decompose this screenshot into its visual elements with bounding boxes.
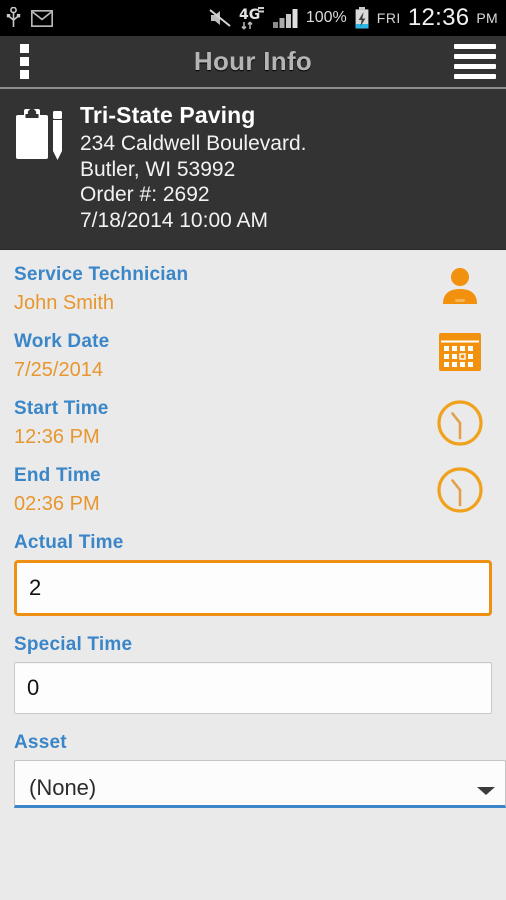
hamburger-menu-icon[interactable] xyxy=(454,42,496,82)
field-actual-time[interactable]: Actual Time 2 xyxy=(0,532,506,617)
app-screen: 4G 100% FRI 12:36 PM Hour Info Tri-State… xyxy=(0,0,506,900)
work-date-value[interactable]: 7/25/2014 xyxy=(14,359,428,386)
status-bar-day: FRI xyxy=(376,10,401,26)
battery-charging-icon xyxy=(354,6,370,30)
usb-icon xyxy=(6,7,21,29)
clipboard-pencil-icon xyxy=(14,101,66,233)
clock-icon[interactable] xyxy=(428,398,492,448)
order-number: Order #: 2692 xyxy=(80,183,210,207)
start-time-value[interactable]: 12:36 PM xyxy=(14,426,428,453)
hamburger-bar xyxy=(454,74,496,79)
order-address-line1: 234 Caldwell Boulevard. xyxy=(80,132,307,156)
hour-info-form: Service Technician John Smith Work Date xyxy=(0,250,506,809)
end-time-label: End Time xyxy=(14,465,101,487)
status-bar-clock: 12:36 xyxy=(407,4,470,31)
field-work-date[interactable]: Work Date 7/25/2014 xyxy=(0,331,506,386)
special-time-input[interactable]: 0 xyxy=(14,662,492,715)
hamburger-bar xyxy=(454,44,496,49)
service-technician-label: Service Technician xyxy=(14,264,189,286)
hamburger-bar xyxy=(454,54,496,59)
special-time-label: Special Time xyxy=(14,634,133,656)
calendar-icon[interactable] xyxy=(428,331,492,373)
battery-percent-text: 100% xyxy=(305,9,347,26)
field-special-time[interactable]: Special Time 0 xyxy=(0,634,506,715)
4g-lte-icon: 4G xyxy=(239,6,266,30)
order-datetime: 7/18/2014 10:00 AM xyxy=(80,208,268,232)
start-time-label: Start Time xyxy=(14,398,109,420)
overflow-dot xyxy=(19,57,29,66)
status-bar-right: 4G 100% FRI 12:36 PM xyxy=(208,4,498,32)
asset-selected-value: (None) xyxy=(29,775,97,801)
person-icon[interactable] xyxy=(428,264,492,308)
order-company-name: Tri-State Paving xyxy=(80,102,256,128)
end-time-value[interactable]: 02:36 PM xyxy=(14,493,428,520)
dropdown-caret-icon xyxy=(477,787,495,796)
hamburger-bar xyxy=(454,64,496,69)
actual-time-input[interactable]: 2 xyxy=(14,560,492,617)
work-date-label: Work Date xyxy=(14,331,110,353)
service-technician-value[interactable]: John Smith xyxy=(14,292,428,319)
signal-bars-icon xyxy=(272,8,299,28)
actual-time-label: Actual Time xyxy=(14,532,124,554)
overflow-dot xyxy=(19,44,29,53)
page-title: Hour Info xyxy=(193,46,313,76)
asset-dropdown[interactable]: (None) xyxy=(14,760,506,809)
field-start-time[interactable]: Start Time 12:36 PM xyxy=(0,398,506,453)
overflow-dot xyxy=(19,70,29,79)
field-end-time[interactable]: End Time 02:36 PM xyxy=(0,465,506,520)
field-asset[interactable]: Asset (None) xyxy=(0,732,506,809)
status-bar: 4G 100% FRI 12:36 PM xyxy=(0,0,506,36)
status-bar-ampm: PM xyxy=(476,10,498,26)
mute-icon xyxy=(208,8,232,28)
gmail-icon xyxy=(31,9,53,27)
order-details: Tri-State Paving 234 Caldwell Boulevard.… xyxy=(80,101,306,233)
order-header[interactable]: Tri-State Paving 234 Caldwell Boulevard.… xyxy=(0,89,506,251)
network-label-text: 4G xyxy=(239,7,260,23)
clock-icon[interactable] xyxy=(428,465,492,515)
action-bar: Hour Info xyxy=(0,36,506,89)
field-service-technician[interactable]: Service Technician John Smith xyxy=(0,264,506,319)
overflow-menu-icon[interactable] xyxy=(0,35,48,88)
asset-label: Asset xyxy=(14,732,67,754)
order-address-line2: Butler, WI 53992 xyxy=(80,157,236,181)
status-bar-left xyxy=(6,7,53,29)
